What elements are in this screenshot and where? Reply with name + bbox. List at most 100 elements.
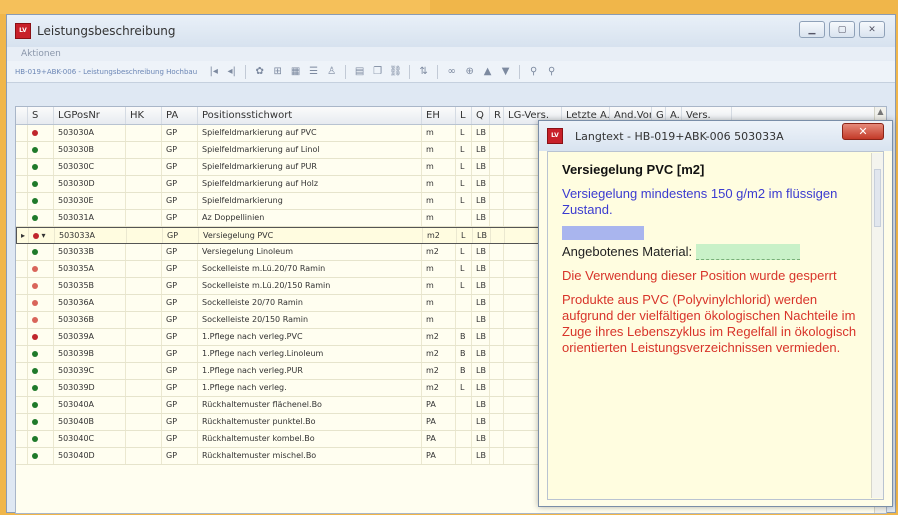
cell-pos: Spielfeldmarkierung auf PUR [198,159,422,175]
desktop-background [0,0,430,14]
cell-eh: m [422,278,456,294]
cell-nr: 503040B [54,414,126,430]
status-dot-icon [32,435,38,442]
status-dot-icon [32,333,38,340]
cell-q: LB [472,193,490,209]
cell-q: LB [472,431,490,447]
highlight-bar [562,226,644,240]
cell-l [456,295,472,311]
cell-l: L [456,380,472,396]
cell-nr: 503031A [54,210,126,226]
col-l[interactable]: L [456,107,472,124]
cell-pa: GP [162,261,198,277]
cell-pa: GP [162,363,198,379]
cell-eh: m2 [423,228,457,243]
col-s[interactable]: S [28,107,54,124]
link-icon[interactable]: ⛓ [388,64,403,79]
col-eh[interactable]: EH [422,107,456,124]
document-icon[interactable]: ▤ [352,64,367,79]
up-icon[interactable]: ▲ [480,64,495,79]
cell-nr: 503030D [54,176,126,192]
col-r[interactable]: R [490,107,504,124]
cell-l: L [456,159,472,175]
binoculars-icon[interactable]: ∞ [444,64,459,79]
locked-notice: Die Verwendung dieser Position wurde ges… [562,268,837,283]
zoom-icon[interactable]: ⊕ [462,64,477,79]
list-icon[interactable]: ☰ [306,64,321,79]
cell-nr: 503036A [54,295,126,311]
settings-icon[interactable]: ✿ [252,64,267,79]
cell-pa: GP [162,448,198,464]
status-dot-icon [32,180,38,187]
popup-scroll-thumb[interactable] [874,169,881,227]
col-positionsstichwort[interactable]: Positionsstichwort [198,107,422,124]
cell-nr: 503039C [54,363,126,379]
title-bar: LV Leistungsbeschreibung ▁ ▢ ✕ [7,15,895,47]
cell-pa: GP [162,210,198,226]
breadcrumb[interactable]: HB-019+ABK-006 - Leistungsbeschreibung H… [15,68,197,76]
cell-l: B [456,363,472,379]
cell-q: LB [472,176,490,192]
cell-pos: Rückhaltemuster kombel.Bo [198,431,422,447]
cell-nr: 503030E [54,193,126,209]
status-dot-icon [32,197,38,204]
cell-nr: 503039A [54,329,126,345]
cell-pos: Sockelleiste m.Lü.20/150 Ramin [198,278,422,294]
cell-pos: Rückhaltemuster flächenel.Bo [198,397,422,413]
cell-pa: GP [162,125,198,141]
cell-pos: 1.Pflege nach verleg.Linoleum [198,346,422,362]
status-dot-icon [32,129,38,136]
col-hk[interactable]: HK [126,107,162,124]
prev-record-icon[interactable]: ◂| [224,64,239,79]
cell-eh: PA [422,448,456,464]
copy-icon[interactable]: ❐ [370,64,385,79]
person-icon[interactable]: ♙ [324,64,339,79]
col-lgposnr[interactable]: LGPosNr [54,107,126,124]
cell-pa: GP [162,159,198,175]
status-dot-icon [32,265,38,272]
minimize-button[interactable]: ▁ [799,21,825,38]
cell-nr: 503030B [54,142,126,158]
popup-scrollbar[interactable] [871,153,883,498]
cell-pos: Spielfeldmarkierung [198,193,422,209]
filter-icon[interactable]: ⚲ [526,64,541,79]
popup-close-button[interactable]: ✕ [842,123,884,140]
cell-eh: PA [422,397,456,413]
status-dot-icon [32,316,38,323]
sort-icon[interactable]: ⇅ [416,64,431,79]
cell-pa: GP [162,431,198,447]
down-icon[interactable]: ▼ [498,64,513,79]
menu-aktionen[interactable]: Aktionen [21,49,61,59]
cell-pos: Spielfeldmarkierung auf Holz [198,176,422,192]
col-pa[interactable]: PA [162,107,198,124]
status-dot-icon [32,146,38,153]
cell-l: L [456,142,472,158]
cell-pos: Sockelleiste 20/150 Ramin [198,312,422,328]
first-record-icon[interactable]: |◂ [206,64,221,79]
popup-title-bar: LV Langtext - HB-019+ABK-006 503033A ✕ [539,121,892,151]
filter-clear-icon[interactable]: ⚲ [544,64,559,79]
cell-q: LB [472,346,490,362]
grid-icon[interactable]: ▦ [288,64,303,79]
menu-bar: Aktionen [7,47,895,61]
cell-nr: 503039B [54,346,126,362]
cell-nr: 503033A [55,228,127,243]
close-window-button[interactable]: ✕ [859,21,885,38]
popup-body[interactable]: Versiegelung PVC [m2] Versiegelung minde… [547,151,884,500]
material-input-field[interactable] [696,244,801,260]
row-indicator-icon: ▸ [17,228,29,243]
popup-title: Langtext - HB-019+ABK-006 503033A [575,129,784,143]
status-dot-icon [32,214,38,221]
tree-icon[interactable]: ⊞ [270,64,285,79]
cell-nr: 503040C [54,431,126,447]
langtext-popup: LV Langtext - HB-019+ABK-006 503033A ✕ V… [538,120,893,507]
cell-nr: 503030C [54,159,126,175]
maximize-button[interactable]: ▢ [829,21,855,38]
row-dropdown-icon[interactable]: ▾ [39,231,46,240]
cell-pos: 1.Pflege nach verleg.PVC [198,329,422,345]
cell-eh: m [422,295,456,311]
status-dot-icon [32,299,38,306]
col-q[interactable]: Q [472,107,490,124]
cell-q: LB [473,228,491,243]
cell-l [456,448,472,464]
